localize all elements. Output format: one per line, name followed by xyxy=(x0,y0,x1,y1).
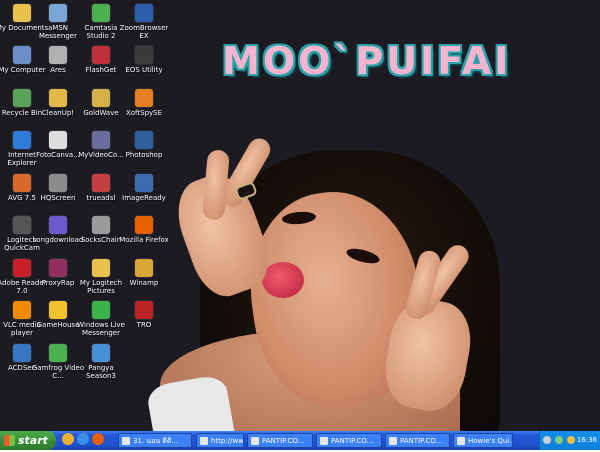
photoshop-icon xyxy=(135,131,153,149)
ie-icon[interactable] xyxy=(62,433,74,445)
clock[interactable]: 16:36 xyxy=(577,431,597,450)
game-icon xyxy=(135,301,153,319)
camera-icon xyxy=(135,46,153,64)
desktop-icon-label: Pangya Season3 xyxy=(86,364,116,380)
download-icon xyxy=(92,46,110,64)
webcam-icon xyxy=(13,216,31,234)
golf-icon xyxy=(92,344,110,362)
taskbar-button[interactable]: 31. นอน ดีดี... xyxy=(118,433,192,448)
quick-launch xyxy=(62,433,107,448)
camtasia-icon xyxy=(92,4,110,22)
taskbar-button[interactable]: http://www.... xyxy=(196,433,244,448)
taskbar-button-label: PANTIP.CO... xyxy=(262,437,305,445)
viewer-icon xyxy=(13,344,31,362)
desktop-icon-label: ZoomBrowser EX xyxy=(119,24,169,40)
cleanup-icon xyxy=(49,89,67,107)
desktop-icon[interactable]: XoftSpySE xyxy=(116,86,172,134)
taskbar-button-label: PANTIP.CO... xyxy=(331,437,374,445)
taskbar-button-label: PANTIP.CO... xyxy=(400,437,443,445)
desktop-icon[interactable]: ZoomBrowser EX xyxy=(116,1,172,49)
media-icon[interactable] xyxy=(77,433,89,445)
camera-icon xyxy=(135,4,153,22)
imageready-icon xyxy=(135,174,153,192)
desktop-icon[interactable]: ImageReady xyxy=(116,171,172,219)
computer-icon xyxy=(13,46,31,64)
taskbar-button[interactable]: Howie's Qui... xyxy=(453,433,513,448)
browser-icon xyxy=(389,437,397,445)
video-icon xyxy=(92,131,110,149)
desktop-icon[interactable]: Mozilla Firefox xyxy=(116,213,172,261)
pdf-icon xyxy=(13,259,31,277)
network-icon[interactable] xyxy=(555,436,564,444)
antivirus-icon xyxy=(13,174,31,192)
taskbar-button-label: 31. นอน ดีดี... xyxy=(133,437,179,445)
star-icon xyxy=(49,301,67,319)
wallpaper-title: MOO`PUIFAI xyxy=(222,39,512,83)
start-button[interactable]: start xyxy=(0,431,56,450)
screen-icon xyxy=(49,174,67,192)
vlc-icon xyxy=(13,301,31,319)
ares-icon xyxy=(49,46,67,64)
wallpaper-collar xyxy=(145,373,235,431)
desktop-icon-label: Photoshop xyxy=(125,151,163,159)
folder-icon xyxy=(13,4,31,22)
start-label: start xyxy=(18,434,48,447)
taskbar-button-label: http://www.... xyxy=(211,437,244,445)
photo-icon xyxy=(49,131,67,149)
taskbar-button[interactable]: PANTIP.CO... xyxy=(247,433,313,448)
desktop-icon[interactable]: Photoshop xyxy=(116,128,172,176)
proxy-icon xyxy=(49,259,67,277)
desktop-icon-label: EOS Utility xyxy=(125,66,163,74)
frog-icon xyxy=(49,344,67,362)
wallpaper-lips xyxy=(262,262,304,298)
desktop-icon-label: Winamp xyxy=(129,279,159,287)
folder-icon xyxy=(122,437,130,445)
chat-icon xyxy=(49,4,67,22)
desktop-icon-label: TRO xyxy=(136,321,152,329)
network-icon xyxy=(92,174,110,192)
system-tray: 16:36 xyxy=(539,431,600,450)
window-icon xyxy=(457,437,465,445)
browser-icon xyxy=(320,437,328,445)
shield-icon xyxy=(135,89,153,107)
music-icon xyxy=(49,216,67,234)
desktop-icon[interactable]: Pangya Season3 xyxy=(73,341,129,389)
desktop-icon[interactable]: EOS Utility xyxy=(116,43,172,91)
desktop-icon-label: XoftSpySE xyxy=(125,109,163,117)
browser-icon xyxy=(200,437,208,445)
messenger-icon xyxy=(92,301,110,319)
taskbar-button[interactable]: PANTIP.CO... xyxy=(316,433,382,448)
taskbar-button-label: Howie's Qui... xyxy=(468,437,513,445)
desktop-icon-label: ImageReady xyxy=(122,194,166,202)
messenger-icon[interactable] xyxy=(567,436,576,444)
browser-icon xyxy=(13,131,31,149)
audio-icon xyxy=(92,89,110,107)
volume-icon[interactable] xyxy=(543,436,551,444)
desktop-icon[interactable]: TRO xyxy=(116,298,172,346)
desktop: MOO`PUIFAI My Documents aMSN Messenger Cam… xyxy=(0,0,600,431)
recycle-bin-icon xyxy=(13,89,31,107)
desktop-icon-label: Mozilla Firefox xyxy=(119,236,169,244)
windows-logo-icon xyxy=(4,435,15,446)
winamp-icon xyxy=(135,259,153,277)
chain-icon xyxy=(92,216,110,234)
folder-icon xyxy=(92,259,110,277)
desktop-icon[interactable]: Winamp xyxy=(116,256,172,304)
firefox-icon[interactable] xyxy=(92,433,104,445)
firefox-icon xyxy=(135,216,153,234)
browser-icon xyxy=(251,437,259,445)
taskbar-button[interactable]: PANTIP.CO... xyxy=(385,433,450,448)
taskbar: start 31. นอน ดีดี... http://www.... PANTI… xyxy=(0,431,600,450)
